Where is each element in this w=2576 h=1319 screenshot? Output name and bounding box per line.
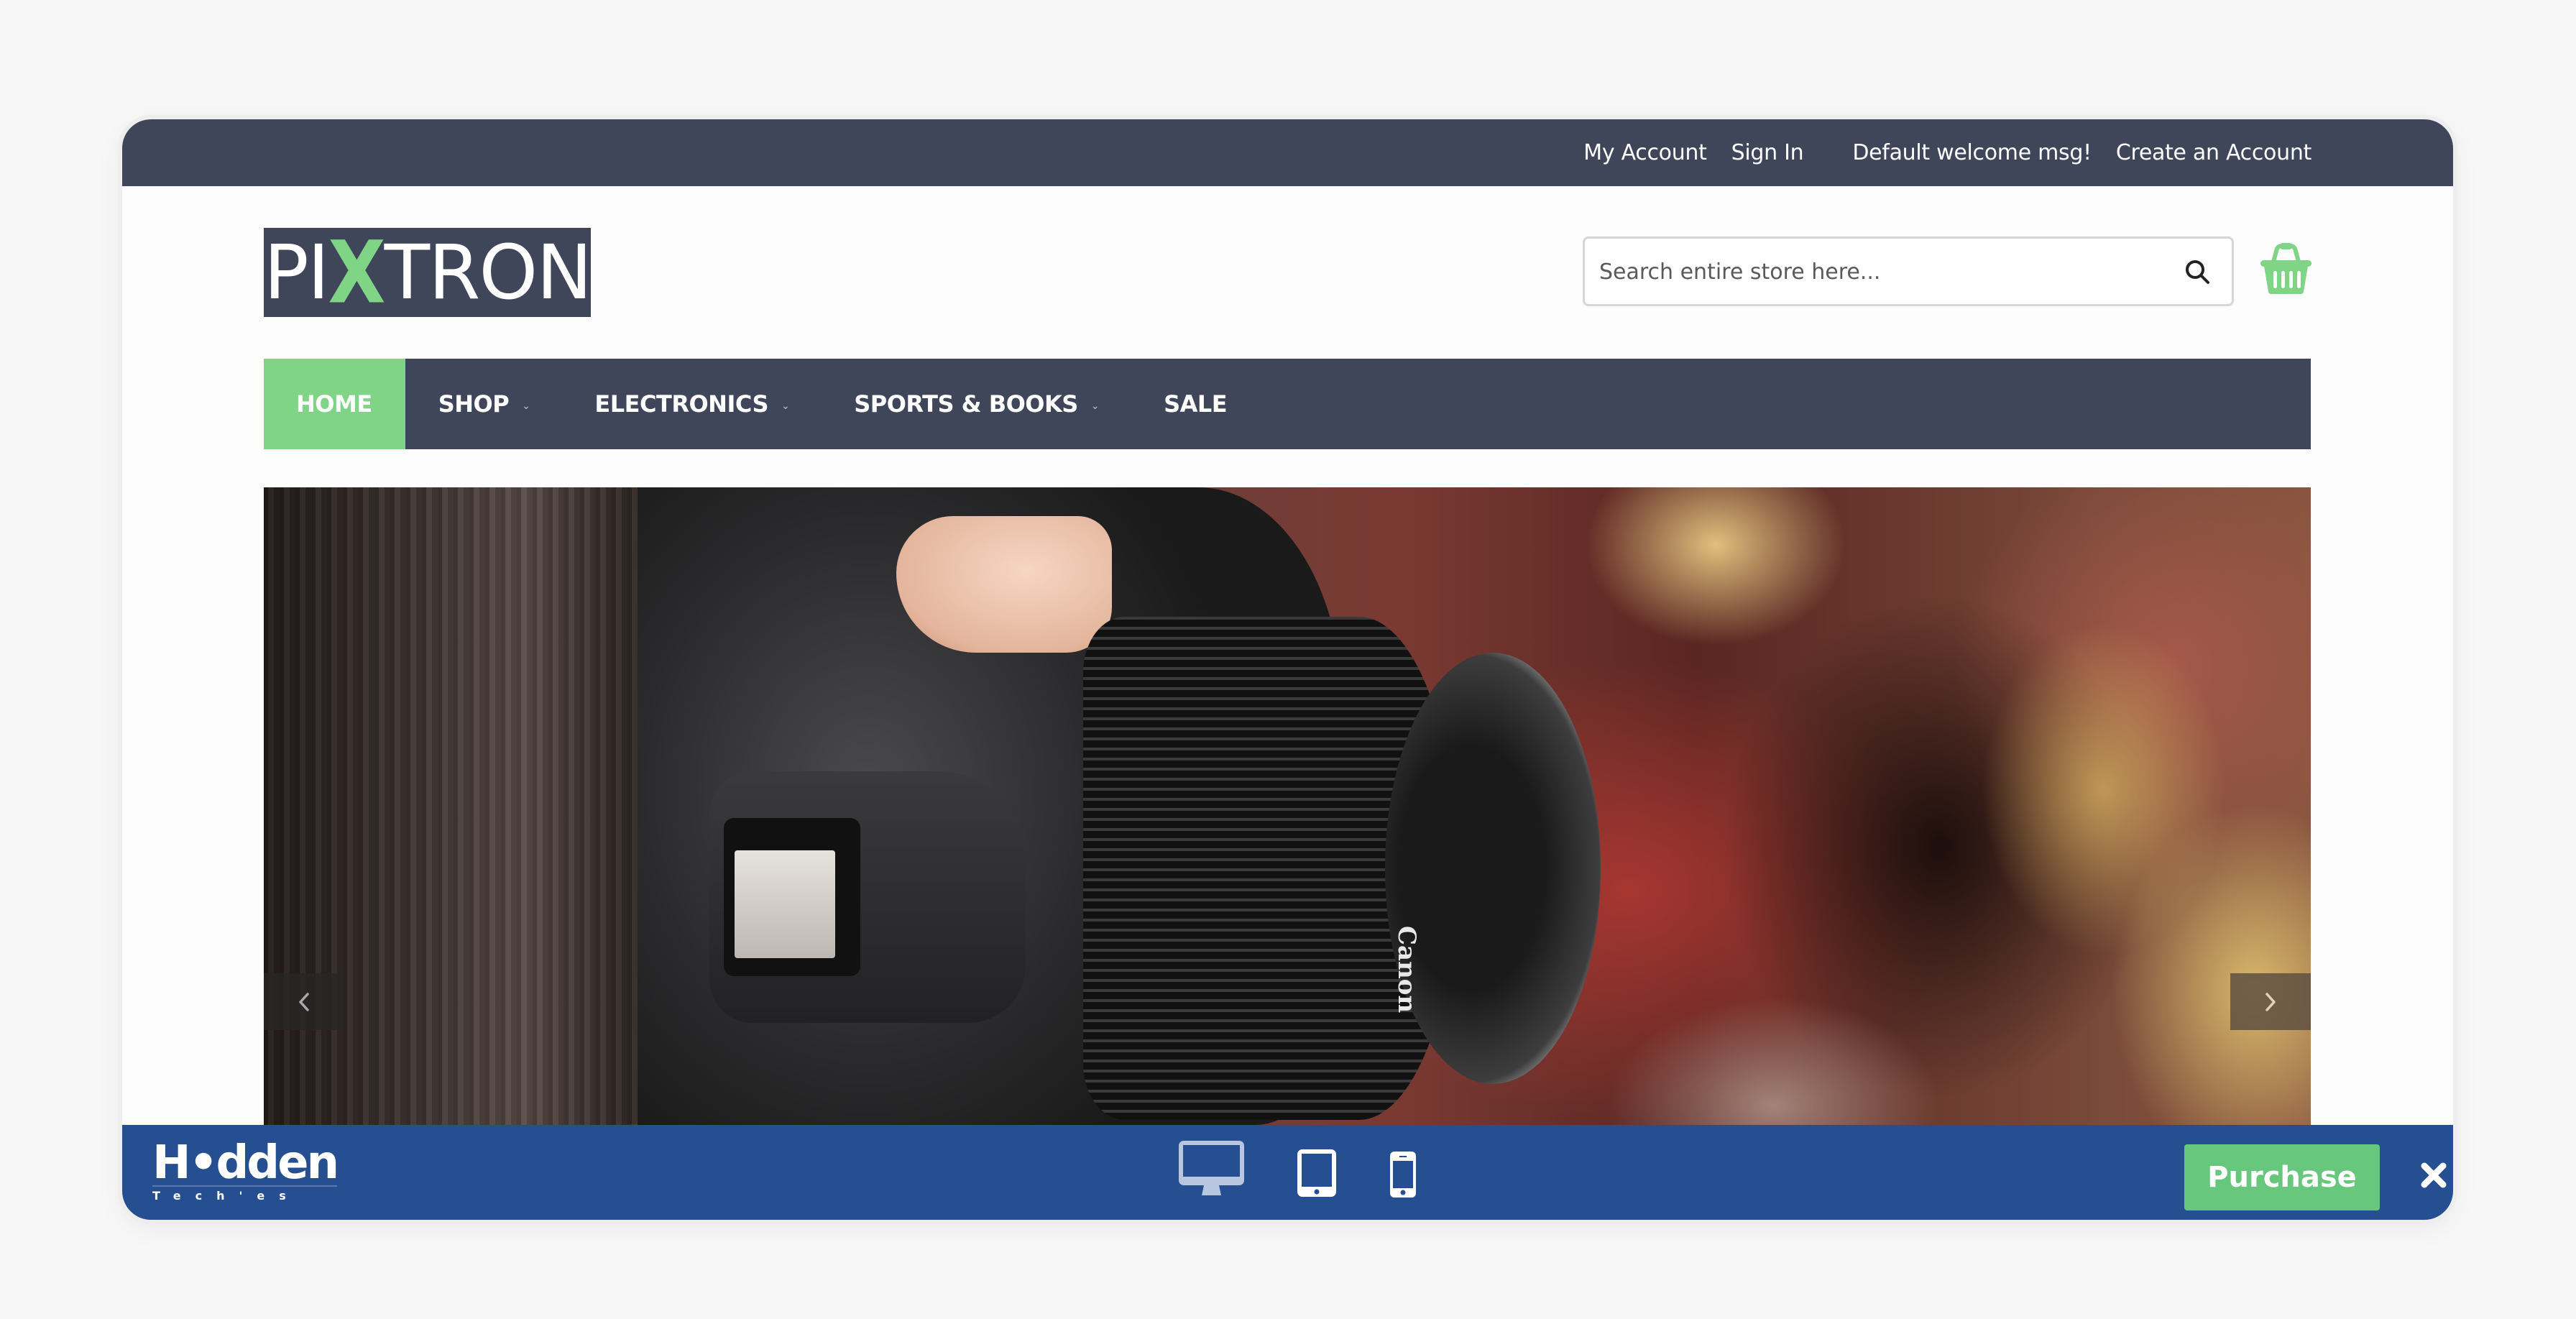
basket-icon: [2260, 243, 2312, 294]
close-icon: [2421, 1162, 2447, 1188]
top-utility-bar: My Account Sign In Default welcome msg! …: [122, 119, 2453, 186]
nav-item-sports-books[interactable]: SPORTS & BOOKS ⌄: [821, 359, 1131, 449]
my-account-link[interactable]: My Account: [1583, 140, 1707, 165]
hero-image-hand: [896, 516, 1112, 653]
hero-lens-brand: Canon: [1392, 926, 1421, 1014]
nav-item-sale[interactable]: SALE: [1131, 359, 1259, 449]
logo-wordmark: PI X TRON: [263, 229, 592, 316]
nav-item-label: SALE: [1164, 390, 1228, 418]
sign-in-link[interactable]: Sign In: [1731, 140, 1804, 165]
nav-item-label: SHOP: [438, 390, 510, 418]
hidden-techies-logo[interactable]: H•dden Tech'es: [152, 1136, 339, 1204]
nav-item-home[interactable]: HOME: [264, 359, 405, 449]
chevron-right-icon: [2266, 992, 2276, 1011]
search-icon: [2186, 260, 2209, 284]
cart-button[interactable]: [2259, 243, 2313, 295]
nav-item-shop[interactable]: SHOP ⌄: [405, 359, 562, 449]
top-links: My Account Sign In Default welcome msg! …: [1583, 119, 2312, 186]
chevron-down-icon: ⌄: [522, 400, 530, 412]
brand-main-text: H•dden: [152, 1136, 339, 1190]
slider-next-button[interactable]: [2230, 973, 2311, 1030]
nav-item-label: SPORTS & BOOKS: [854, 390, 1078, 418]
nav-item-label: HOME: [296, 390, 372, 418]
chevron-down-icon: ⌄: [1090, 400, 1100, 412]
chevron-left-icon: [299, 992, 309, 1011]
search-input[interactable]: [1598, 239, 2161, 305]
logo-text-suffix: TRON: [384, 229, 592, 316]
close-preview-button[interactable]: [2419, 1161, 2448, 1190]
slider-prev-button[interactable]: [264, 973, 344, 1030]
logo-x-mark: X: [328, 221, 385, 323]
mobile-icon: [1390, 1152, 1416, 1198]
hero-image-lens-front: [1385, 653, 1601, 1084]
device-desktop-button[interactable]: [1177, 1139, 1246, 1202]
chevron-down-icon: ⌄: [781, 400, 790, 412]
nav-item-electronics[interactable]: ELECTRONICS ⌄: [561, 359, 821, 449]
hero-image-hotshoe-plate: [735, 850, 835, 958]
purchase-button[interactable]: Purchase: [2184, 1144, 2380, 1210]
device-mobile-button[interactable]: [1389, 1151, 1417, 1202]
device-tablet-button[interactable]: [1296, 1148, 1338, 1202]
create-account-link[interactable]: Create an Account: [2116, 140, 2312, 165]
welcome-message: Default welcome msg!: [1852, 140, 2092, 165]
search-box: [1583, 236, 2234, 306]
store-preview-frame: My Account Sign In Default welcome msg! …: [122, 119, 2453, 1220]
tablet-icon: [1297, 1149, 1336, 1197]
search-button[interactable]: [2184, 259, 2212, 286]
preview-bar: H•dden Tech'es Purchase: [122, 1125, 2453, 1220]
main-nav: HOME SHOP ⌄ ELECTRONICS ⌄ SPORTS & BOOKS…: [264, 359, 2311, 449]
nav-item-label: ELECTRONICS: [594, 390, 768, 418]
store-logo[interactable]: PI X TRON: [263, 228, 592, 317]
desktop-icon: [1179, 1141, 1244, 1195]
hero-slider: Canon: [264, 487, 2311, 1125]
device-switcher: [1177, 1141, 1417, 1202]
logo-text-prefix: PI: [263, 229, 329, 316]
